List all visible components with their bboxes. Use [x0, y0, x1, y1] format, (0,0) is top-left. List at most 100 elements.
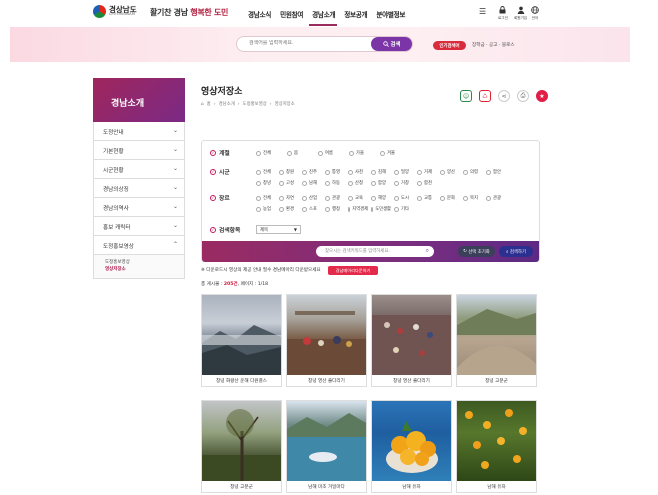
radio-button[interactable] — [325, 180, 330, 186]
season-option[interactable]: 여름 — [318, 148, 344, 158]
video-title[interactable]: 창녕 영산 줄다리기 — [372, 378, 451, 384]
site-search-button[interactable]: 검색 — [371, 37, 412, 51]
radio-button[interactable] — [486, 169, 491, 175]
radio-button[interactable] — [463, 195, 468, 201]
theme-option[interactable]: 복지 — [463, 193, 483, 203]
sidebar-item[interactable]: 기본현황 ⌄ — [93, 141, 185, 160]
sidebar-subitem[interactable]: 도정홍보영상 — [105, 259, 184, 266]
theme-option[interactable]: 기타 — [394, 204, 414, 214]
radio-button[interactable] — [463, 169, 468, 175]
video-title[interactable]: 창녕 화왕산 운해 다원결스 — [202, 378, 281, 384]
radio-button[interactable] — [380, 150, 385, 156]
radio-button[interactable] — [325, 169, 330, 175]
video-thumbnail[interactable] — [372, 401, 451, 481]
radio-button[interactable] — [371, 180, 376, 186]
print-icon[interactable]: ⎙ — [517, 90, 529, 102]
region-option[interactable]: 진주 — [302, 167, 322, 177]
video-title[interactable]: 남해 미조 거일마다 — [287, 484, 366, 490]
region-option[interactable]: 창원 — [279, 167, 299, 177]
video-card[interactable]: 남해 미조 거일마다 — [286, 400, 367, 493]
bookmark-icon[interactable]: ★ — [536, 90, 548, 102]
theme-option[interactable]: 지역경제 — [348, 204, 368, 214]
radio-button[interactable] — [349, 150, 354, 156]
theme-option[interactable]: 환경 — [279, 204, 299, 214]
radio-button[interactable] — [348, 169, 353, 175]
video-title[interactable]: 창녕 고분군 — [457, 378, 536, 384]
radio-button[interactable] — [348, 206, 351, 212]
nav-item-intro[interactable]: 경남소개 — [312, 9, 335, 19]
region-option[interactable]: 의령 — [463, 167, 483, 177]
video-thumbnail[interactable] — [202, 401, 281, 481]
radio-button[interactable] — [371, 206, 374, 212]
radio-button[interactable] — [417, 169, 422, 175]
language-button[interactable]: 언어 — [531, 6, 539, 21]
keyword-input[interactable]: 찾으시는 검색키워드를 입력하세요. ⌕ — [316, 246, 434, 257]
theme-option[interactable]: 스포 — [302, 204, 322, 214]
radio-button[interactable] — [256, 169, 261, 175]
radio-button[interactable] — [394, 195, 399, 201]
radio-button[interactable] — [256, 195, 261, 201]
video-card[interactable]: 창녕 고분군 — [201, 400, 282, 493]
video-card[interactable]: 창녕 영산 줄다리기 — [286, 294, 367, 387]
radio-button[interactable] — [348, 180, 353, 186]
region-option[interactable]: 창녕 — [256, 178, 276, 188]
video-thumbnail[interactable] — [287, 401, 366, 481]
region-option[interactable]: 남해 — [302, 178, 322, 188]
breadcrumb-item[interactable]: 도정홍보영상 — [243, 101, 267, 107]
radio-button[interactable] — [325, 206, 330, 212]
radio-button[interactable] — [417, 180, 422, 186]
nav-item-fields[interactable]: 분야별정보 — [376, 9, 405, 19]
popular-keywords[interactable]: 장학금 · 공고 · 블로스 — [472, 42, 515, 48]
region-option[interactable]: 고성 — [279, 178, 299, 188]
radio-button[interactable] — [256, 206, 261, 212]
theme-option[interactable]: 자연 — [279, 193, 299, 203]
region-option[interactable]: 김해 — [371, 167, 391, 177]
video-card[interactable]: 남해 유자 — [371, 400, 452, 493]
theme-option[interactable]: 해양 — [371, 193, 391, 203]
region-option[interactable]: 하동 — [325, 178, 345, 188]
radio-button[interactable] — [279, 180, 284, 186]
video-thumbnail[interactable] — [287, 295, 366, 375]
radio-button[interactable] — [279, 206, 284, 212]
nav-item-civil[interactable]: 민원참여 — [280, 9, 303, 19]
breadcrumb-item[interactable]: 홈 — [207, 101, 211, 107]
sidebar-item[interactable]: 경남의상징 ⌄ — [93, 179, 185, 198]
region-option[interactable]: 함양 — [371, 178, 391, 188]
radio-button[interactable] — [371, 169, 376, 175]
region-option[interactable]: 전체 — [256, 167, 276, 177]
season-option[interactable]: 봄 — [287, 148, 313, 158]
video-thumbnail[interactable] — [457, 401, 536, 481]
radio-button[interactable] — [302, 180, 307, 186]
video-title[interactable]: 창녕 영산 줄다리기 — [287, 378, 366, 384]
search-field-select[interactable]: 제목 ▼ — [256, 225, 301, 234]
radio-button[interactable] — [486, 195, 491, 201]
menu-button[interactable]: ☰ — [479, 8, 486, 16]
theme-option[interactable]: 관광 — [325, 193, 345, 203]
video-card[interactable]: 남해 유자 — [456, 400, 537, 493]
radio-button[interactable] — [302, 195, 307, 201]
sidebar-item-active[interactable]: 도정홍보영상 ⌃ — [93, 236, 185, 255]
home-icon[interactable]: ⌂ — [201, 102, 204, 107]
radio-button[interactable] — [440, 169, 445, 175]
theme-option[interactable]: 농업 — [256, 204, 276, 214]
season-option[interactable]: 겨울 — [380, 148, 406, 158]
radio-button[interactable] — [302, 206, 307, 212]
radio-button[interactable] — [440, 195, 445, 201]
region-option[interactable]: 함안 — [486, 167, 506, 177]
radio-button[interactable] — [394, 180, 399, 186]
theme-option[interactable]: 도민생활 — [371, 204, 391, 214]
theme-option[interactable]: 교육 — [348, 193, 368, 203]
share-icon[interactable]: ⋖ — [498, 90, 510, 102]
video-title[interactable]: 창녕 고분군 — [202, 484, 281, 490]
video-thumbnail[interactable] — [457, 295, 536, 375]
breadcrumb-item[interactable]: 경남소개 — [219, 101, 235, 107]
video-thumbnail[interactable] — [202, 295, 281, 375]
radio-button[interactable] — [348, 195, 353, 201]
radio-button[interactable] — [279, 169, 284, 175]
radio-button[interactable] — [302, 169, 307, 175]
region-option[interactable]: 사천 — [348, 167, 368, 177]
breadcrumb-item[interactable]: 영상저장소 — [275, 101, 295, 107]
signup-button[interactable]: 회원가입 — [514, 6, 527, 21]
region-option[interactable]: 합천 — [417, 178, 437, 188]
season-option[interactable]: 전체 — [256, 148, 282, 158]
